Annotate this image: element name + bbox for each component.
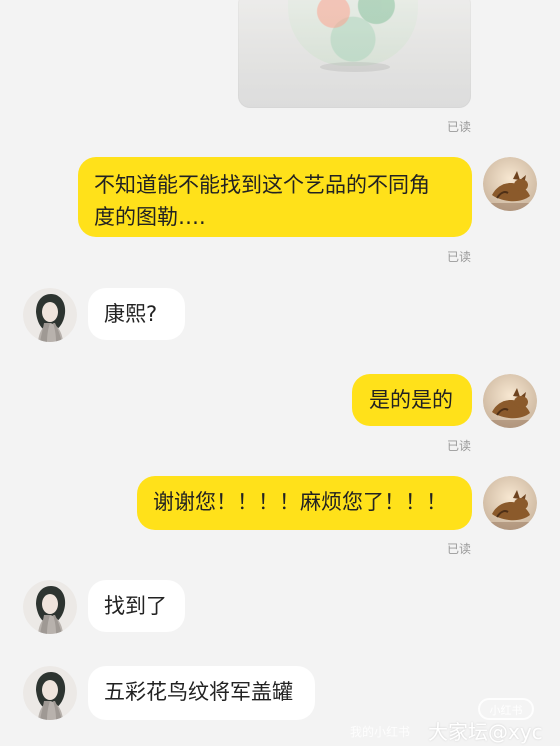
message-bubble-3[interactable]: 是的是的 xyxy=(352,374,472,426)
my-avatar-2[interactable] xyxy=(483,374,537,428)
watermark-small-text: 我的小红书 xyxy=(350,725,411,739)
cat-avatar-icon xyxy=(483,157,537,211)
watermark: 小红书 我的小红书 大家坛@xyc xyxy=(350,696,560,746)
message-text-6: 五彩花鸟纹将军盖罐 xyxy=(104,680,293,704)
other-avatar-3[interactable] xyxy=(23,666,77,720)
message-text-2: 康熙? xyxy=(104,302,158,326)
woman-avatar-icon xyxy=(23,666,77,720)
woman-avatar-icon xyxy=(23,288,77,342)
watermark-main-text: 大家坛@xyc xyxy=(428,720,543,744)
read-status-3: 已读 xyxy=(446,439,471,453)
chat-screen: 已读 不知道能不能找到这个艺品的不同角 度的图勒…. 已读 康熙? 是的是的 已… xyxy=(0,0,560,746)
my-avatar-3[interactable] xyxy=(483,476,537,530)
xiaohongshu-logo-badge: 小红书 xyxy=(478,698,534,720)
other-avatar-1[interactable] xyxy=(23,288,77,342)
message-text-4: 谢谢您！！！！麻烦您了！！！ xyxy=(153,490,447,514)
cat-avatar-icon xyxy=(483,374,537,428)
message-text-1-line-2: 度的图勒…. xyxy=(94,205,206,229)
message-bubble-2[interactable]: 康熙? xyxy=(88,288,185,340)
other-avatar-2[interactable] xyxy=(23,580,77,634)
message-bubble-4[interactable]: 谢谢您！！！！麻烦您了！！！ xyxy=(137,476,472,530)
woman-avatar-icon xyxy=(23,580,77,634)
read-status-4: 已读 xyxy=(446,542,471,556)
my-avatar-1[interactable] xyxy=(483,157,537,211)
cat-avatar-icon xyxy=(483,476,537,530)
message-bubble-5[interactable]: 找到了 xyxy=(88,580,185,632)
read-status-1: 已读 xyxy=(446,250,471,264)
message-bubble-6[interactable]: 五彩花鸟纹将军盖罐 xyxy=(88,666,315,720)
read-status-image: 已读 xyxy=(446,120,471,134)
message-text-3: 是的是的 xyxy=(369,388,453,412)
message-text-5: 找到了 xyxy=(104,594,167,618)
image-overlay xyxy=(238,0,471,108)
message-bubble-1[interactable]: 不知道能不能找到这个艺品的不同角 度的图勒…. xyxy=(78,157,472,237)
image-message[interactable] xyxy=(238,0,471,108)
message-text-1-line-1: 不知道能不能找到这个艺品的不同角 xyxy=(94,173,430,197)
